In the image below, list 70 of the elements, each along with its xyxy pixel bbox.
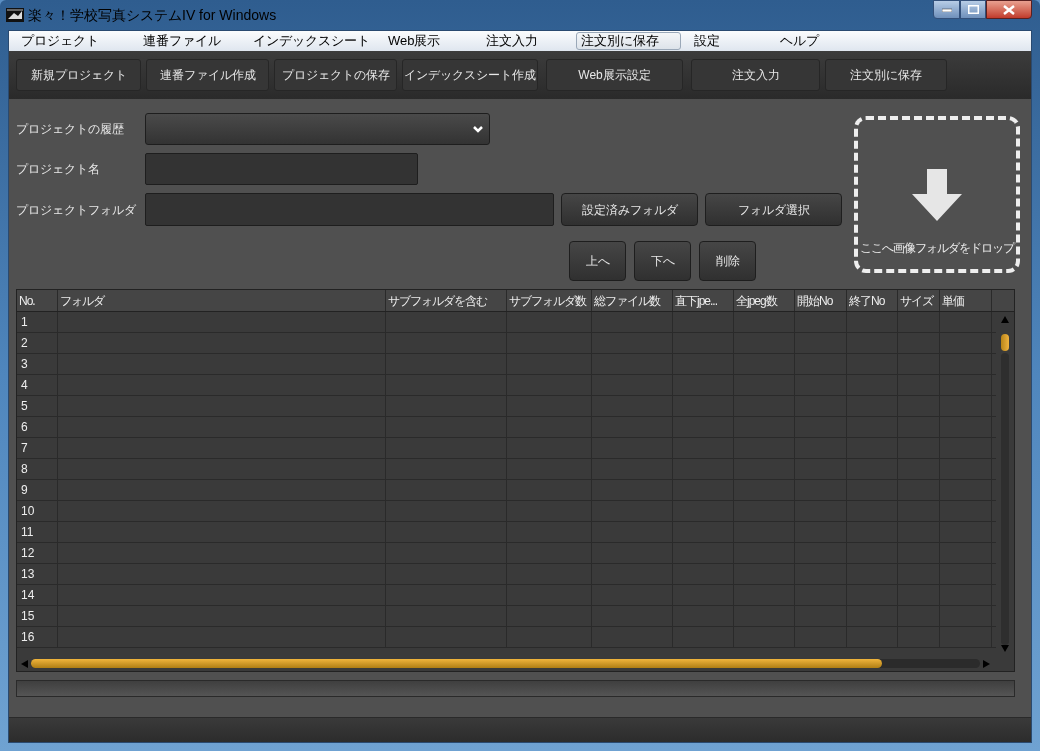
row-number: 9 [17,480,58,500]
menu-item[interactable]: プロジェクト [16,32,104,50]
toolbar-button[interactable]: 注文別に保存 [825,59,947,91]
menu-item[interactable]: Web展示 [383,32,446,50]
row-number: 10 [17,501,58,521]
toolbar-button[interactable]: 連番ファイル作成 [146,59,269,91]
down-arrow-icon [912,169,962,221]
close-button[interactable] [986,0,1032,19]
minimize-icon [941,7,952,12]
menu-item[interactable]: 連番ファイル [138,32,226,50]
field-label: プロジェクトの履歴 [16,121,125,138]
row-number: 16 [17,627,58,647]
action-button[interactable]: 設定済みフォルダ [561,193,698,226]
minimize-button[interactable] [933,0,960,19]
column-header[interactable]: 総ファイル数 [592,290,673,311]
maximize-button[interactable] [960,0,986,19]
menu-item[interactable]: 設定 [689,32,725,50]
row-number: 3 [17,354,58,374]
history-dropdown[interactable] [145,113,490,145]
row-number: 14 [17,585,58,605]
column-header[interactable]: No. [17,290,58,311]
action-button[interactable]: 削除 [699,241,756,281]
close-icon [1003,4,1015,15]
toolbar-button[interactable]: Web展示設定 [546,59,683,91]
scroll-thumb[interactable] [1001,334,1009,351]
toolbar-button[interactable]: プロジェクトの保存 [274,59,397,91]
row-number: 6 [17,417,58,437]
action-button[interactable]: 上へ [569,241,626,281]
row-number: 1 [17,312,58,332]
project-folder-field[interactable] [145,193,554,226]
column-header[interactable]: 開始No [795,290,847,311]
column-header[interactable]: サブフォルダ数 [507,290,592,311]
row-number: 7 [17,438,58,458]
column-header[interactable]: 直下jpe... [673,290,734,311]
toolbar-button[interactable]: 新規プロジェクト [16,59,141,91]
menu-item[interactable]: 注文別に保存 [576,32,681,50]
row-number: 15 [17,606,58,626]
action-button[interactable]: フォルダ選択 [705,193,842,226]
column-header[interactable]: 単価 [940,290,992,311]
drop-zone-label: ここへ画像フォルダをドロップ [860,240,1014,257]
menu-item[interactable]: インデックスシート [248,32,375,50]
column-header[interactable]: 終了No [847,290,898,311]
row-number: 4 [17,375,58,395]
drop-zone[interactable]: ここへ画像フォルダをドロップ [854,116,1020,273]
column-header[interactable]: サイズ [898,290,940,311]
scroll-thumb[interactable] [31,659,882,668]
column-header[interactable]: 全jpeg数 [734,290,795,311]
window-title: 楽々！学校写真システムIV for Windows [28,5,277,25]
field-label: プロジェクト名 [16,161,101,178]
row-number: 5 [17,396,58,416]
field-label: プロジェクトフォルダ [16,201,137,219]
maximize-icon [967,5,979,14]
project-name-field[interactable] [145,153,418,185]
scroll-left-icon[interactable] [21,659,28,668]
toolbar-button[interactable]: 注文入力 [691,59,820,91]
row-number: 13 [17,564,58,584]
scroll-right-icon[interactable] [983,659,990,668]
toolbar-button[interactable]: インデックスシート作成 [402,59,538,91]
row-number: 8 [17,459,58,479]
row-number: 11 [17,522,58,542]
menu-item[interactable]: ヘルプ [775,32,824,50]
action-button[interactable]: 下へ [634,241,691,281]
scroll-up-icon[interactable] [1001,316,1009,324]
app-icon [6,8,24,22]
column-header[interactable]: サブフォルダを含む [386,290,507,311]
row-number: 12 [17,543,58,563]
menu-item[interactable]: 注文入力 [481,32,543,50]
chevron-down-icon [473,125,483,133]
row-number: 2 [17,333,58,353]
column-header[interactable]: フォルダ [58,290,386,311]
